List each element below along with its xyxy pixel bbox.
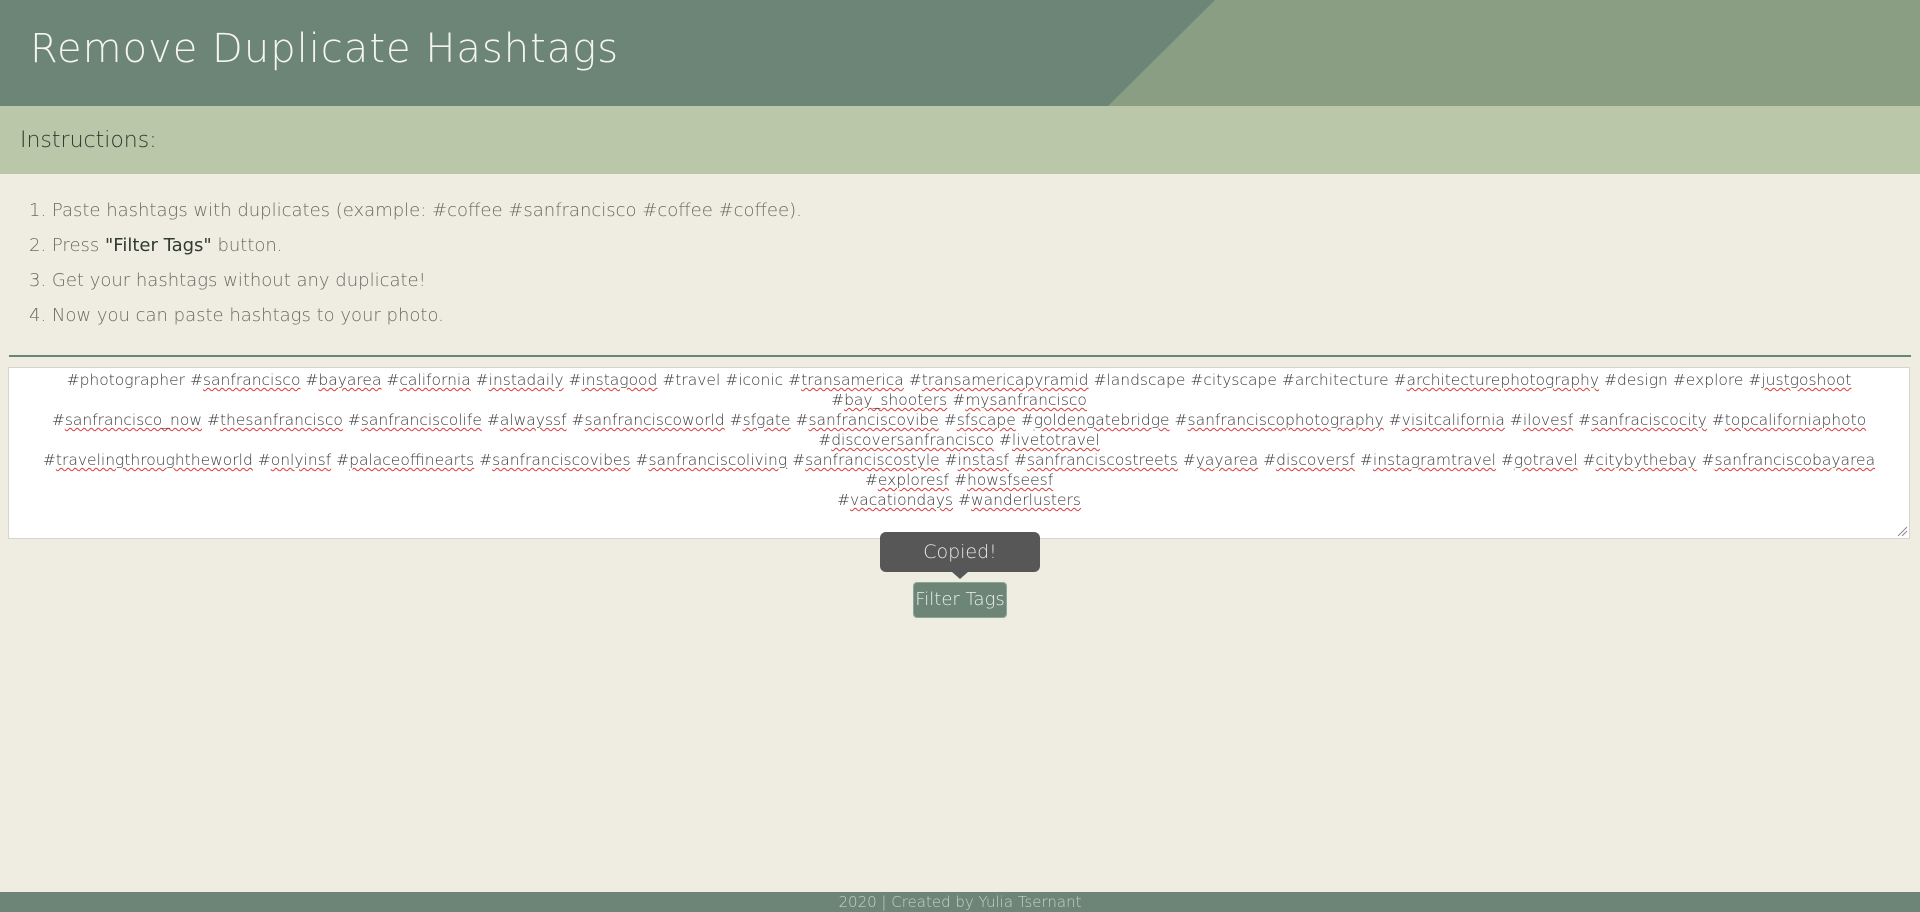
filter-tags-button[interactable]: Filter Tags <box>913 582 1007 618</box>
instruction-step-suffix: button. <box>211 235 283 256</box>
hashtag-token: #sanfranciscovibe <box>795 411 939 429</box>
hashtag-textarea[interactable]: #photographer #sanfrancisco #bayarea #ca… <box>8 367 1910 539</box>
copied-tooltip: Copied! <box>880 532 1040 579</box>
hashtag-token: #goldengatebridge <box>1020 411 1170 429</box>
hashtag-token: #wanderlusters <box>957 491 1081 509</box>
page-title: Remove Duplicate Hashtags <box>30 26 620 72</box>
instruction-step-text: 1. Paste hashtags with duplicates (examp… <box>29 200 802 221</box>
hashtag-token: #justgoshoot <box>1748 371 1852 389</box>
hashtag-token: #instagramtravel <box>1359 451 1496 469</box>
hashtag-token: #discoversanfrancisco <box>818 431 994 449</box>
instructions-list: 1. Paste hashtags with duplicates (examp… <box>29 193 802 333</box>
instructions-heading: Instructions: <box>20 128 157 153</box>
instruction-step-4: 4. Now you can paste hashtags to your ph… <box>29 298 802 333</box>
section-divider <box>9 355 1911 357</box>
hashtag-token: #howsfseesf <box>953 471 1054 489</box>
hashtag-token: #yayarea <box>1182 451 1259 469</box>
hashtag-token: #travel <box>662 371 721 389</box>
hashtag-token: #sanfranciscostreets <box>1013 451 1178 469</box>
instruction-step-text: 2. Press <box>29 235 105 256</box>
hashtag-token: #sfgate <box>729 411 791 429</box>
hashtag-token: #exploresf <box>864 471 950 489</box>
hashtag-token: #livetotravel <box>998 431 1100 449</box>
textarea-line: #vacationdays #wanderlusters <box>15 490 1903 510</box>
hashtag-token: #sanfrancisco <box>189 371 301 389</box>
hashtag-token: #iconic <box>725 371 784 389</box>
resize-handle-icon[interactable] <box>1896 525 1908 537</box>
hashtag-token: #architecturephotography <box>1393 371 1600 389</box>
hashtag-token: #mysanfrancisco <box>952 391 1087 409</box>
hashtag-token: #travelingthroughtheworld <box>42 451 253 469</box>
hashtag-token: #topcaliforniaphoto <box>1711 411 1867 429</box>
footer-text: 2020 | Created by Yulia Tsernant <box>838 893 1082 911</box>
hashtag-token: #sfscape <box>943 411 1016 429</box>
hashtag-token: #cityscape <box>1190 371 1277 389</box>
hashtag-token: #citybythebay <box>1582 451 1697 469</box>
hashtag-token: #ilovesf <box>1509 411 1574 429</box>
hashtag-token: #landscape <box>1093 371 1186 389</box>
hashtag-token: #bayarea <box>305 371 382 389</box>
hashtag-token: #instagood <box>568 371 658 389</box>
instruction-step-3: 3. Get your hashtags without any duplica… <box>29 263 802 298</box>
hashtag-token: #palaceoffinearts <box>336 451 475 469</box>
textarea-line: #sanfrancisco_now #thesanfrancisco #sanf… <box>15 410 1903 450</box>
hashtag-token: #architecture <box>1281 371 1389 389</box>
hashtag-token: #photographer <box>66 371 186 389</box>
hashtag-token: #design <box>1604 371 1668 389</box>
hashtag-token: #california <box>386 371 471 389</box>
instruction-step-text: 3. Get your hashtags without any duplica… <box>29 270 426 291</box>
tooltip-text: Copied! <box>923 541 997 563</box>
hashtag-token: #thesanfrancisco <box>206 411 343 429</box>
hashtag-token: #alwayssf <box>486 411 567 429</box>
hashtag-token: #sanfranciscobayarea <box>1701 451 1876 469</box>
hashtag-token: #gotravel <box>1500 451 1578 469</box>
textarea-line: #photographer #sanfrancisco #bayarea #ca… <box>15 370 1903 410</box>
hashtag-token: #instadaily <box>475 371 564 389</box>
hashtag-token: #sanfrancisco_now <box>51 411 203 429</box>
hashtag-token: #transamericapyramid <box>908 371 1089 389</box>
hashtag-token: #visitcalifornia <box>1388 411 1505 429</box>
hashtag-token: #sanfraciscocity <box>1578 411 1707 429</box>
hashtag-token: #sanfranciscovibes <box>479 451 631 469</box>
instruction-step-text: 4. Now you can paste hashtags to your ph… <box>29 305 444 326</box>
hashtag-token: #sanfranciscoworld <box>571 411 725 429</box>
hashtag-token: #sanfranciscophotography <box>1174 411 1384 429</box>
instruction-step-1: 1. Paste hashtags with duplicates (examp… <box>29 193 802 228</box>
hashtag-token: #vacationdays <box>837 491 953 509</box>
hashtag-token: #onlyinsf <box>257 451 332 469</box>
hashtag-token: #sanfranciscostyle <box>792 451 940 469</box>
tooltip-arrow <box>952 572 968 579</box>
instruction-step-bold: "Filter Tags" <box>105 235 212 256</box>
instructions-bar: Instructions: <box>0 106 1920 174</box>
textarea-line: #travelingthroughtheworld #onlyinsf #pal… <box>15 450 1903 490</box>
footer: 2020 | Created by Yulia Tsernant <box>0 892 1920 912</box>
hashtag-token: #transamerica <box>788 371 904 389</box>
hashtag-token: #explore <box>1672 371 1744 389</box>
hashtag-token: #discoversf <box>1263 451 1355 469</box>
hashtag-token: #instasf <box>944 451 1009 469</box>
hashtag-token: #sanfranciscoliving <box>635 451 788 469</box>
header-banner: Remove Duplicate Hashtags <box>0 0 1920 106</box>
hashtag-token: #sanfranciscolife <box>347 411 482 429</box>
instruction-step-2: 2. Press "Filter Tags" button. <box>29 228 802 263</box>
hashtag-token: #bay_shooters <box>831 391 948 409</box>
